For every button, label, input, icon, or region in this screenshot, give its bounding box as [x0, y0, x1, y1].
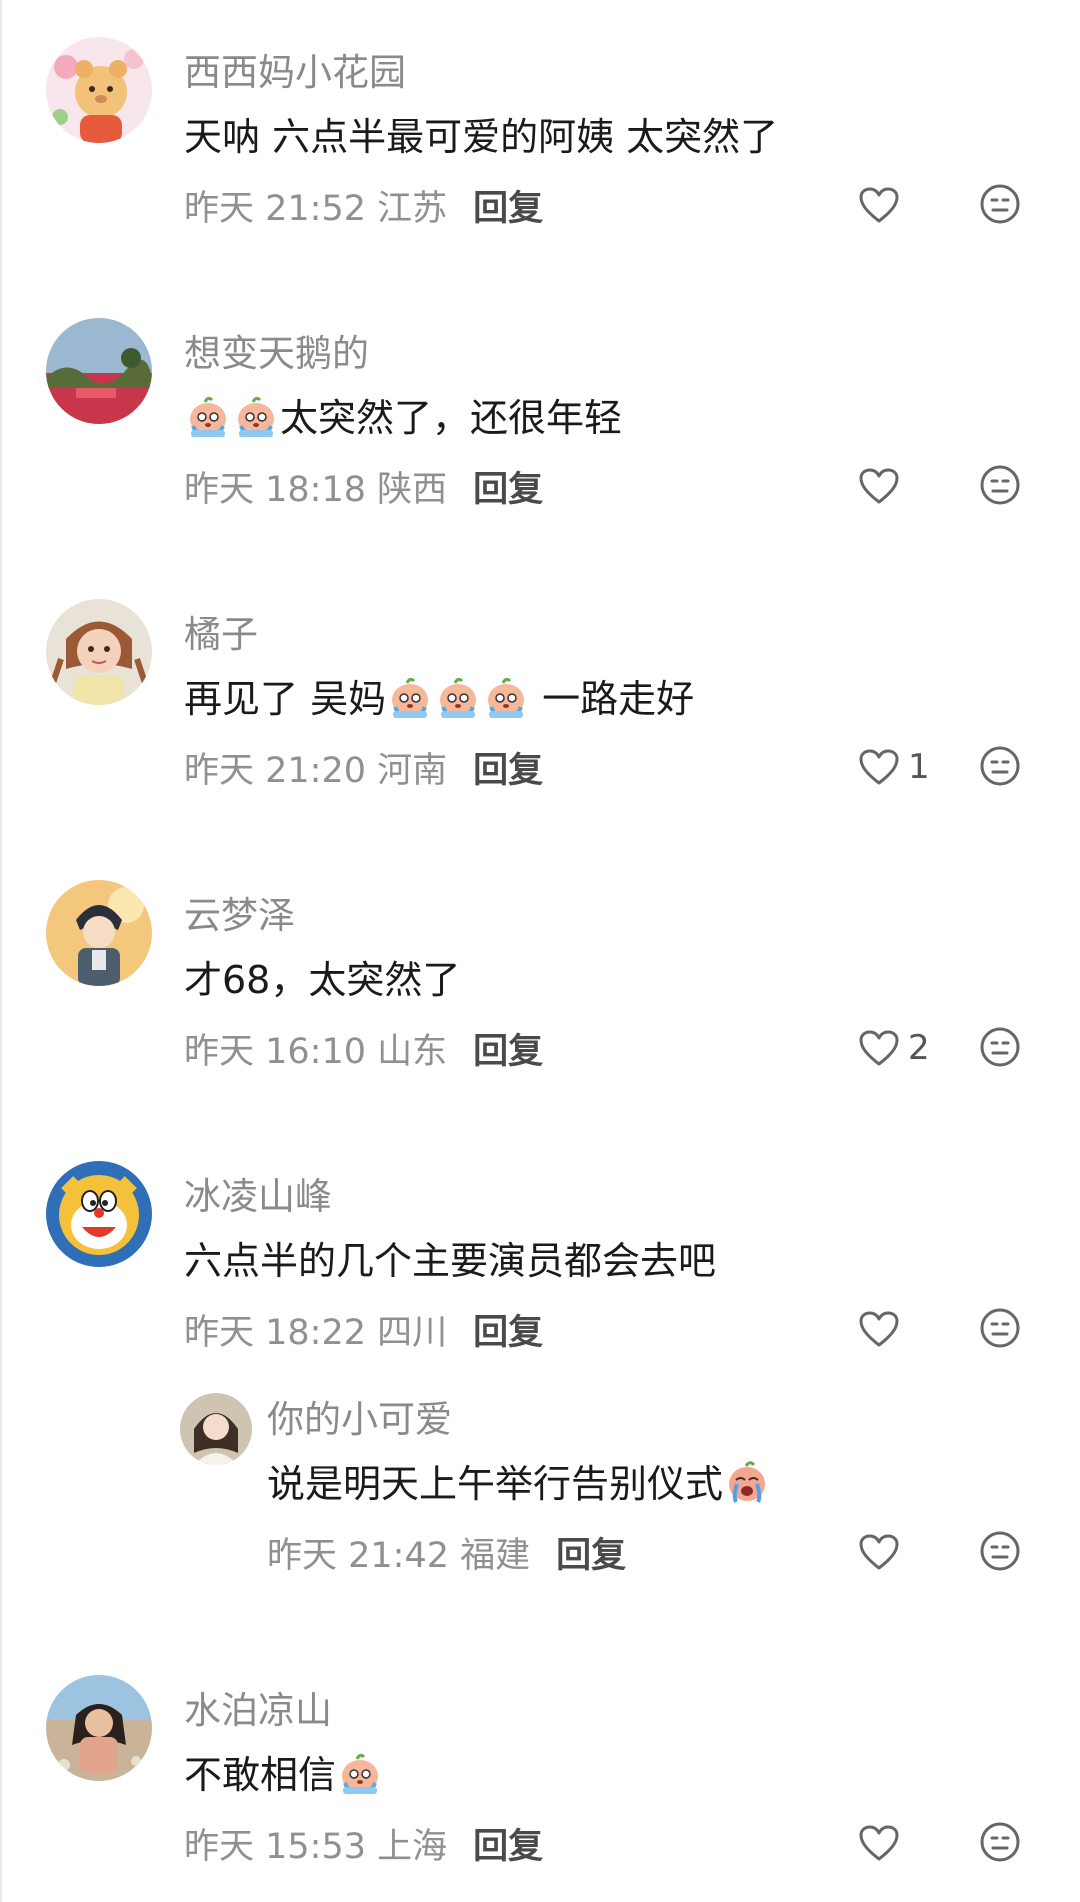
avatar[interactable]: [46, 37, 152, 143]
timestamp: 昨天 16:10: [184, 1032, 366, 1072]
crying-emoji: [435, 673, 481, 719]
reply-button[interactable]: 回复: [473, 1304, 543, 1355]
reply-button[interactable]: 回复: [473, 461, 543, 512]
username[interactable]: 橘子: [184, 604, 258, 658]
comment-item: 云梦泽 才68，太突然了 昨天 16:10 山东 回复 2: [2, 843, 1080, 1123]
crying-emoji: [233, 392, 279, 438]
unamused-face-icon[interactable]: [978, 744, 1022, 788]
avatar[interactable]: [46, 880, 152, 986]
crying-emoji: [483, 673, 529, 719]
username[interactable]: 冰凌山峰: [184, 1166, 332, 1220]
like-button[interactable]: [858, 1818, 908, 1868]
unamused-face-icon[interactable]: [978, 1820, 1022, 1864]
crying-emoji: [185, 392, 231, 438]
unamused-face-icon[interactable]: [978, 463, 1022, 507]
like-button[interactable]: [858, 461, 908, 511]
comment-item: 西西妈小花园 天呐 六点半最可爱的阿姨 太突然了 昨天 21:52 江苏 回复: [2, 0, 1080, 280]
sobbing-emoji: [724, 1458, 770, 1504]
location: 江苏: [377, 189, 448, 229]
heart-outline-icon: [859, 1311, 899, 1347]
reply-button[interactable]: 回复: [473, 1818, 543, 1869]
timestamp: 昨天 18:18: [184, 470, 366, 510]
comment-text: 天呐 六点半最可爱的阿姨 太突然了: [184, 106, 778, 161]
heart-outline-icon: [859, 1534, 899, 1570]
like-button[interactable]: 2: [858, 1023, 930, 1073]
crying-emoji: [387, 673, 433, 719]
avatar[interactable]: [46, 318, 152, 424]
unamused-face-icon[interactable]: [978, 1306, 1022, 1350]
comment-text-content: 六点半的几个主要演员都会去吧: [184, 1239, 717, 1283]
comment-list: 西西妈小花园 天呐 六点半最可爱的阿姨 太突然了 昨天 21:52 江苏 回复 …: [0, 0, 1080, 1902]
username[interactable]: 想变天鹅的: [184, 323, 369, 377]
username[interactable]: 云梦泽: [184, 885, 295, 939]
heart-outline-icon: [859, 1030, 899, 1066]
avatar[interactable]: [46, 599, 152, 705]
timestamp: 昨天 15:53: [184, 1827, 366, 1867]
comment-text: 不敢相信: [184, 1744, 384, 1799]
comment-meta: 昨天 21:52 江苏 回复: [184, 180, 543, 231]
comment-item: 想变天鹅的 太突然了，还很年轻 昨天 18:18 陕西 回复: [2, 281, 1080, 561]
comment-text-content: 才68，太突然了: [184, 958, 461, 1002]
comment-meta: 昨天 18:18 陕西 回复: [184, 461, 543, 512]
location: 河南: [377, 751, 448, 791]
comment-text-content: 天呐 六点半最可爱的阿姨 太突然了: [184, 115, 779, 159]
comment-text-after: 太突然了，还很年轻: [280, 396, 623, 440]
like-button[interactable]: [858, 180, 908, 230]
like-button[interactable]: [858, 1527, 908, 1577]
like-button[interactable]: [858, 1304, 908, 1354]
heart-outline-icon: [859, 749, 899, 785]
avatar[interactable]: [180, 1393, 252, 1465]
timestamp: 昨天 18:22: [184, 1313, 366, 1353]
like-count: 1: [908, 747, 930, 787]
timestamp: 昨天 21:52: [184, 189, 366, 229]
location: 山东: [377, 1032, 448, 1072]
comment-item: 橘子 再见了 吴妈 一路走好 昨天 21:20 河南 回复 1: [2, 562, 1080, 842]
reply-item: 你的小可爱 说是明天上午举行告别仪式 昨天 21:42 福建 回复: [2, 1365, 1080, 1635]
comment-text: 说是明天上午举行告别仪式: [267, 1453, 771, 1508]
username[interactable]: 西西妈小花园: [184, 42, 406, 96]
heart-outline-icon: [859, 1825, 899, 1861]
comment-text-before: 再见了 吴妈: [184, 677, 387, 721]
comment-meta: 昨天 21:20 河南 回复: [184, 742, 543, 793]
heart-outline-icon: [859, 468, 899, 504]
location: 福建: [460, 1536, 531, 1576]
timestamp: 昨天 21:42: [267, 1536, 449, 1576]
comment-item: 水泊凉山 不敢相信 昨天 15:53 上海 回复: [2, 1638, 1080, 1902]
location: 陕西: [377, 470, 448, 510]
timestamp: 昨天 21:20: [184, 751, 366, 791]
comment-meta: 昨天 18:22 四川 回复: [184, 1304, 543, 1355]
reply-button[interactable]: 回复: [473, 742, 543, 793]
reply-button[interactable]: 回复: [473, 1023, 543, 1074]
reply-button[interactable]: 回复: [556, 1527, 626, 1578]
unamused-face-icon[interactable]: [978, 1529, 1022, 1573]
avatar[interactable]: [46, 1161, 152, 1267]
like-button[interactable]: 1: [858, 742, 930, 792]
comment-text-after: 一路走好: [530, 677, 695, 721]
comment-text: 太突然了，还很年轻: [184, 387, 622, 442]
unamused-face-icon[interactable]: [978, 1025, 1022, 1069]
avatar[interactable]: [46, 1675, 152, 1781]
reply-button[interactable]: 回复: [473, 180, 543, 231]
username[interactable]: 你的小可爱: [267, 1389, 452, 1443]
comment-text-content: 不敢相信: [184, 1753, 337, 1797]
location: 四川: [377, 1313, 448, 1353]
crying-emoji: [337, 1749, 383, 1795]
comment-text-content: 说是明天上午举行告别仪式: [267, 1462, 724, 1506]
comment-text: 六点半的几个主要演员都会去吧: [184, 1230, 716, 1285]
comment-meta: 昨天 21:42 福建 回复: [267, 1527, 626, 1578]
like-count: 2: [908, 1028, 930, 1068]
location: 上海: [377, 1827, 448, 1867]
comment-meta: 昨天 16:10 山东 回复: [184, 1023, 543, 1074]
comment-item: 冰凌山峰 六点半的几个主要演员都会去吧 昨天 18:22 四川 回复: [2, 1124, 1080, 1392]
comment-text: 才68，太突然了: [184, 949, 460, 1004]
comment-text: 再见了 吴妈 一路走好: [184, 668, 694, 723]
comment-meta: 昨天 15:53 上海 回复: [184, 1818, 543, 1869]
unamused-face-icon[interactable]: [978, 182, 1022, 226]
username[interactable]: 水泊凉山: [184, 1680, 332, 1734]
heart-outline-icon: [859, 187, 899, 223]
